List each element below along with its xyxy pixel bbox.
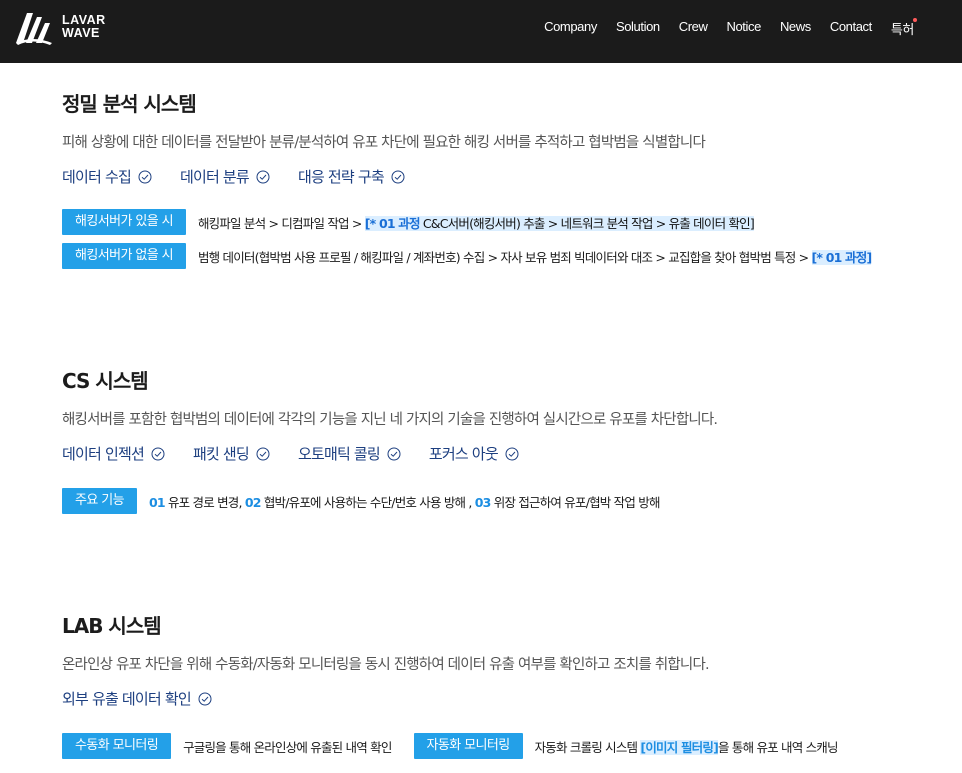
process-row-without-server: 해킹서버가 없을 시 범행 데이터(협박범 사용 프로필 / 해킹파일 / 계좌… (62, 243, 872, 269)
feature-list: 외부 유출 데이터 확인 (62, 688, 838, 709)
tag-without-server: 해킹서버가 없을 시 (62, 243, 186, 269)
lab-system-section: LAB 시스템 온라인상 유포 차단을 위해 수동화/자동화 모니터링을 동시 … (62, 610, 839, 759)
check-circle-icon (387, 447, 401, 461)
process-highlight-rest: C&C서버(해킹서버) 추출 > 네트워크 분석 작업 > 유출 데이터 확인] (419, 215, 755, 231)
feature-label: 패킷 샌딩 (192, 445, 250, 463)
section-title: LAB 시스템 (62, 614, 162, 638)
section-description: 피해 상황에 대한 데이터를 전달받아 분류/분석하여 유포 차단에 필요한 해… (62, 135, 706, 151)
auto-monitoring-text: 자동화 크롤링 시스템 [이미지 필터링]을 통해 유포 내역 스캐닝 (534, 737, 839, 756)
nav-contact[interactable]: Contact (830, 19, 872, 38)
nav-company[interactable]: Company (544, 19, 597, 38)
lavar-wave-logo-icon (16, 13, 52, 45)
feature-response-strategy: 대응 전략 구축 (298, 166, 405, 187)
check-circle-icon (256, 447, 270, 461)
function-desc: 협박/유포에 사용하는 수단/번호 사용 방해 , (260, 494, 475, 510)
main-nav: Company Solution Crew Notice News Contac… (525, 18, 917, 38)
nav-patent[interactable]: 특허 (890, 18, 917, 38)
check-circle-icon (256, 170, 270, 184)
tag-manual-monitoring: 수동화 모니터링 (62, 733, 172, 759)
nav-crew[interactable]: Crew (679, 19, 708, 38)
process-highlight: [* 01 과정 C&C서버(해킹서버) 추출 > 네트워크 분석 작업 > 유… (364, 215, 755, 231)
main-function-row: 주요 기능 01 유포 경로 변경, 02 협박/유포에 사용하는 수단/번호 … (62, 488, 717, 514)
nav-solution[interactable]: Solution (616, 19, 660, 38)
feature-focus-out: 포커스 아웃 (429, 443, 519, 464)
function-num: 02 (244, 494, 262, 510)
site-header: LAVAR WAVE Company Solution Crew Notice … (0, 0, 962, 63)
process-step-ref: [* 01 과정] (811, 249, 872, 265)
check-circle-icon (138, 170, 152, 184)
function-desc: 위장 접근하여 유포/협박 작업 방해 (490, 494, 661, 510)
precision-analysis-section: 정밀 분석 시스템 피해 상황에 대한 데이터를 전달받아 분류/분석하여 유포… (62, 88, 872, 269)
feature-data-classification: 데이터 분류 (180, 166, 270, 187)
process-row-with-server: 해킹서버가 있을 시 해킹파일 분석 > 디컴파일 작업 > [* 01 과정 … (62, 209, 871, 235)
feature-label: 데이터 분류 (179, 168, 250, 186)
process-step-ref: [* 01 과정 (364, 215, 421, 231)
check-circle-icon (151, 447, 165, 461)
feature-label: 데이터 수집 (62, 168, 132, 186)
feature-label: 포커스 아웃 (428, 445, 499, 463)
nav-patent-label: 특허 (890, 22, 915, 37)
tag-main-function: 주요 기능 (62, 488, 137, 514)
process-text: 범행 데이터(협박범 사용 프로필 / 해킹파일 / 계좌번호) 수집 > 자사… (197, 247, 872, 266)
section-title: 정밀 분석 시스템 (62, 92, 197, 116)
feature-automatic-calling: 오토매틱 콜링 (298, 443, 401, 464)
function-text: 01 유포 경로 변경, 02 협박/유포에 사용하는 수단/번호 사용 방해 … (149, 492, 660, 511)
feature-list: 데이터 수집 데이터 분류 대응 전략 구축 (62, 166, 871, 187)
feature-label: 외부 유출 데이터 확인 (62, 690, 192, 708)
feature-label: 데이터 인젝션 (62, 445, 145, 463)
process-text: 해킹파일 분석 > 디컴파일 작업 > [* 01 과정 C&C서버(해킹서버)… (197, 213, 755, 232)
cs-system-section: CS 시스템 해킹서버를 포함한 협박범의 데이터에 각각의 기능을 지닌 네 … (62, 365, 718, 514)
feature-data-injection: 데이터 인젝션 (62, 443, 165, 464)
manual-monitoring-text: 구글링을 통해 온라인상에 유출된 내역 확인 (183, 739, 392, 755)
section-description: 온라인상 유포 차단을 위해 수동화/자동화 모니터링을 동시 진행하여 데이터… (62, 657, 710, 673)
function-num: 03 (474, 494, 492, 510)
image-filtering-highlight: [이미지 필터링] (640, 739, 719, 755)
feature-external-leak-check: 외부 유출 데이터 확인 (62, 688, 212, 709)
feature-label: 대응 전략 구축 (297, 168, 385, 186)
function-num: 01 (148, 494, 166, 510)
process-plain: 해킹파일 분석 > 디컴파일 작업 > (197, 215, 365, 231)
function-desc: 유포 경로 변경, (164, 494, 245, 510)
section-title: CS 시스템 (62, 369, 149, 393)
auto-pre: 자동화 크롤링 시스템 (534, 739, 641, 755)
tag-auto-monitoring: 자동화 모니터링 (413, 733, 523, 759)
auto-post: 을 통해 유포 내역 스캐닝 (718, 739, 839, 755)
brand-name: LAVAR WAVE (62, 14, 106, 40)
logo[interactable]: LAVAR WAVE (14, 9, 106, 45)
notification-dot (913, 18, 917, 22)
section-description: 해킹서버를 포함한 협박범의 데이터에 각각의 기능을 지닌 네 가지의 기술을… (62, 412, 718, 428)
nav-news[interactable]: News (780, 19, 811, 38)
feature-packet-sending: 패킷 샌딩 (193, 443, 270, 464)
nav-notice[interactable]: Notice (726, 19, 761, 38)
check-circle-icon (391, 170, 405, 184)
tag-with-server: 해킹서버가 있을 시 (62, 209, 186, 235)
brand-line2: WAVE (62, 26, 100, 40)
feature-list: 데이터 인젝션 패킷 샌딩 오토매틱 콜링 포커스 아웃 (62, 443, 717, 464)
feature-data-collection: 데이터 수집 (62, 166, 152, 187)
check-circle-icon (198, 692, 212, 706)
process-plain: 범행 데이터(협박범 사용 프로필 / 해킹파일 / 계좌번호) 수집 > 자사… (197, 249, 812, 265)
check-circle-icon (505, 447, 519, 461)
monitoring-row: 수동화 모니터링 구글링을 통해 온라인상에 유출된 내역 확인 자동화 모니터… (62, 733, 839, 759)
feature-label: 오토매틱 콜링 (297, 445, 381, 463)
